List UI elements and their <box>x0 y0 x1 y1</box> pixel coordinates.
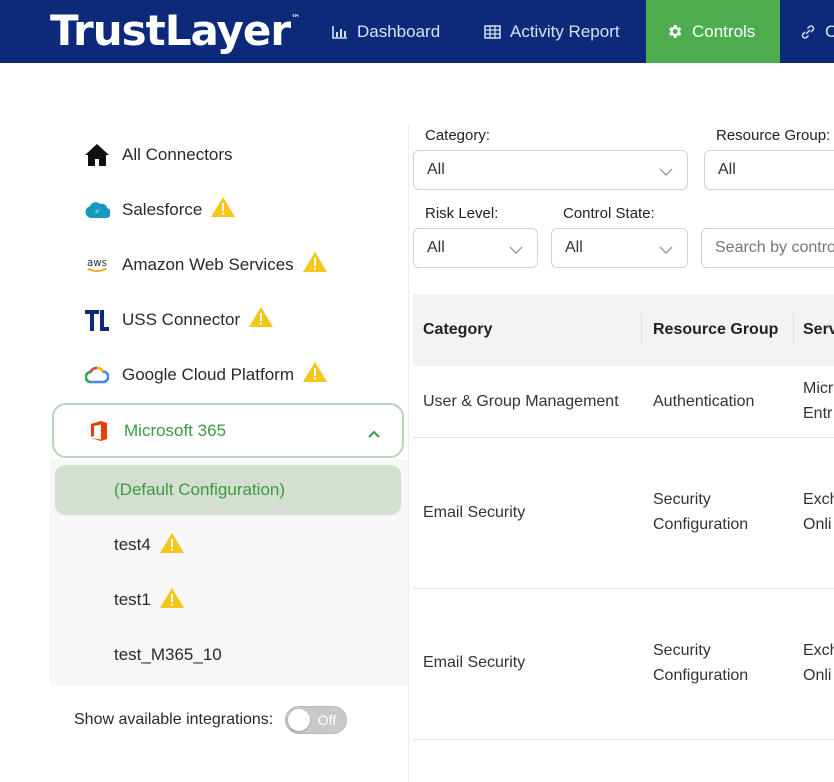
column-divider <box>641 314 642 344</box>
nav-controls-label: Controls <box>692 21 756 41</box>
configuration-label: test1 <box>114 590 151 609</box>
chevron-down-icon <box>659 164 673 182</box>
chevron-down-icon <box>509 242 523 260</box>
nav-connectors-label: C <box>825 21 834 41</box>
connector-label: Google Cloud Platform <box>122 364 294 384</box>
column-header-resource-group[interactable]: Resource Group <box>643 294 778 366</box>
control-state-select-value: All <box>565 239 583 256</box>
aws-logo-icon: aws <box>84 252 110 278</box>
toggle-state-label: Off <box>317 712 337 728</box>
category-select-value: All <box>427 161 445 178</box>
available-integrations-row: Show available integrations: Off <box>74 706 348 734</box>
control-search-input[interactable] <box>701 228 834 268</box>
connector-microsoft-365[interactable]: Microsoft 365 <box>52 403 404 458</box>
nav-activity-report[interactable]: Activity Report <box>466 0 638 63</box>
category-filter-label: Category: <box>425 127 491 144</box>
cell-category: Email Security <box>423 654 526 671</box>
configuration-label: test_M365_10 <box>114 645 222 664</box>
connector-google-cloud[interactable]: Google Cloud Platform <box>50 347 408 402</box>
google-cloud-icon <box>84 362 110 388</box>
salesforce-cloud-icon: sf <box>84 197 110 223</box>
table-row[interactable]: Email Security Security Configuration Ex… <box>413 589 834 740</box>
controls-main-panel: Category: All Resource Group: All Risk L… <box>408 124 834 782</box>
top-navigation-bar: TrustLayer™ Dashboard Activity Report Co… <box>0 0 834 63</box>
cell-resource-group: Security Configuration <box>653 642 749 684</box>
toggle-knob <box>288 709 311 731</box>
cell-resource-group: Authentication <box>653 393 755 410</box>
configuration-test-m365-10[interactable]: test_M365_10 <box>50 630 408 680</box>
warning-icon <box>302 361 328 388</box>
nav-controls[interactable]: Controls <box>646 0 780 63</box>
cell-service: Exch Onli <box>803 491 834 533</box>
cell-category: Email Security <box>423 504 526 521</box>
configuration-label: test4 <box>114 535 151 554</box>
office-logo-icon <box>86 418 112 444</box>
controls-table-header: Category Resource Group Serv <box>413 294 834 366</box>
connector-label: All Connectors <box>122 144 233 164</box>
table-grid-icon <box>484 24 501 39</box>
configuration-default[interactable]: (Default Configuration) <box>55 465 401 515</box>
available-integrations-toggle[interactable]: Off <box>285 706 348 734</box>
cell-category: User & Group Management <box>423 393 619 410</box>
svg-text:sf: sf <box>95 209 99 214</box>
cell-service: Micr Entr <box>803 380 834 422</box>
connector-all[interactable]: All Connectors <box>50 127 408 182</box>
configuration-list: (Default Configuration) test4 test1 test… <box>50 460 408 685</box>
connector-label: Amazon Web Services <box>122 254 294 274</box>
column-header-service[interactable]: Serv <box>793 294 834 366</box>
trustlayer-logo[interactable]: TrustLayer™ <box>50 6 300 55</box>
warning-icon <box>159 532 185 559</box>
available-integrations-label: Show available integrations: <box>74 711 274 728</box>
tl-logo-icon <box>84 307 110 333</box>
resource-group-select-value: All <box>718 161 736 178</box>
resource-group-select[interactable]: All <box>704 150 834 190</box>
control-state-select[interactable]: All <box>551 228 688 268</box>
connector-label: Salesforce <box>122 199 203 219</box>
nav-activity-report-label: Activity Report <box>510 21 620 41</box>
column-header-category[interactable]: Category <box>413 294 492 366</box>
gear-icon <box>669 25 682 38</box>
connectors-sidebar: All Connectors sf Salesforce aws Amazon … <box>50 120 408 685</box>
warning-icon <box>302 251 328 278</box>
risk-level-select[interactable]: All <box>413 228 538 268</box>
configuration-test4[interactable]: test4 <box>50 520 408 570</box>
risk-level-filter-label: Risk Level: <box>425 205 499 222</box>
bar-chart-icon <box>332 25 347 39</box>
warning-icon <box>248 306 274 333</box>
category-select[interactable]: All <box>413 150 688 190</box>
resource-group-filter-label: Resource Group: <box>716 127 831 144</box>
nav-connectors[interactable]: C <box>782 0 834 63</box>
cell-service: Exch Onli <box>803 642 834 684</box>
control-state-filter-label: Control State: <box>563 205 655 222</box>
table-row[interactable]: User & Group Management Authentication M… <box>413 366 834 438</box>
nav-dashboard[interactable]: Dashboard <box>314 0 458 63</box>
cell-resource-group: Security Configuration <box>653 491 749 533</box>
table-row[interactable]: Email Security Security Configuration Ex… <box>413 438 834 589</box>
warning-icon <box>159 587 185 614</box>
connector-aws[interactable]: aws Amazon Web Services <box>50 237 408 292</box>
configuration-label: (Default Configuration) <box>114 480 286 499</box>
chevron-down-icon <box>659 242 673 260</box>
connector-label: USS Connector <box>122 309 241 329</box>
svg-text:aws: aws <box>87 257 107 268</box>
link-icon <box>801 24 815 39</box>
configuration-test1[interactable]: test1 <box>50 575 408 625</box>
connector-salesforce[interactable]: sf Salesforce <box>50 182 408 237</box>
home-icon <box>84 142 110 168</box>
risk-level-select-value: All <box>427 239 445 256</box>
connector-label: Microsoft 365 <box>124 420 227 440</box>
nav-dashboard-label: Dashboard <box>357 21 441 41</box>
warning-icon <box>210 196 236 223</box>
chevron-up-icon[interactable] <box>368 423 380 443</box>
connector-uss[interactable]: USS Connector <box>50 292 408 347</box>
